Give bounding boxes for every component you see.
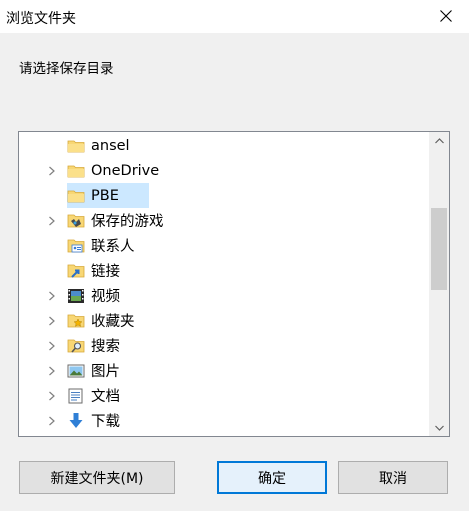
- ok-button[interactable]: 确定: [217, 461, 327, 494]
- close-icon: [440, 10, 452, 22]
- documents-icon: [67, 387, 85, 405]
- tree-item-pbe[interactable]: PBE: [19, 183, 429, 208]
- tree-item-saved-games[interactable]: 保存的游戏: [19, 208, 429, 233]
- tree-item-label: 链接: [91, 264, 120, 280]
- new-folder-button[interactable]: 新建文件夹(M): [19, 461, 175, 494]
- pictures-icon: [67, 362, 85, 380]
- chevron-right-icon[interactable]: [46, 340, 58, 352]
- tree-item-label: 搜索: [91, 339, 120, 355]
- favorites-icon: [67, 312, 85, 330]
- tree-item-label: ansel: [91, 137, 130, 154]
- contacts-icon: [67, 237, 85, 255]
- tree-item-searches[interactable]: 搜索: [19, 333, 429, 358]
- dialog-prompt: 请选择保存目录: [19, 61, 114, 77]
- links-icon: [67, 262, 85, 280]
- window-title: 浏览文件夹: [6, 11, 76, 27]
- chevron-right-icon[interactable]: [46, 315, 58, 327]
- tree-item-onedrive[interactable]: OneDrive: [19, 158, 429, 183]
- chevron-right-icon[interactable]: [46, 290, 58, 302]
- folder-tree-rows: ansel OneDrive PBE 保存的游戏 联系人 链接 视频 收藏夹 搜…: [19, 132, 429, 436]
- tree-item-label: 收藏夹: [91, 314, 135, 330]
- chevron-right-icon[interactable]: [46, 215, 58, 227]
- saved-games-icon: [67, 212, 85, 230]
- tree-item-videos[interactable]: 视频: [19, 283, 429, 308]
- tree-item-documents[interactable]: 文档: [19, 383, 429, 408]
- cancel-button[interactable]: 取消: [338, 461, 448, 494]
- folder-tree[interactable]: ansel OneDrive PBE 保存的游戏 联系人 链接 视频 收藏夹 搜…: [18, 131, 450, 437]
- folder-icon: [67, 162, 85, 180]
- vertical-scrollbar[interactable]: [429, 132, 449, 436]
- tree-item-downloads[interactable]: 下载: [19, 408, 429, 433]
- scroll-up-button[interactable]: [429, 132, 449, 149]
- tree-item-links[interactable]: 链接: [19, 258, 429, 283]
- searches-icon: [67, 337, 85, 355]
- tree-item-label: OneDrive: [91, 162, 160, 179]
- tree-item-label: 联系人: [91, 239, 135, 255]
- tree-item-label: 下载: [91, 414, 120, 430]
- title-bar: 浏览文件夹: [0, 0, 469, 33]
- tree-item-label: 视频: [91, 289, 120, 305]
- tree-item-ansel[interactable]: ansel: [19, 133, 429, 158]
- tree-item-label: 图片: [91, 364, 120, 380]
- tree-item-label: 保存的游戏: [91, 214, 164, 230]
- tree-item-label: 文档: [91, 389, 120, 405]
- chevron-right-icon[interactable]: [46, 365, 58, 377]
- chevron-right-icon[interactable]: [46, 415, 58, 427]
- tree-item-favorites[interactable]: 收藏夹: [19, 308, 429, 333]
- folder-icon: [67, 187, 85, 205]
- tree-item-pictures[interactable]: 图片: [19, 358, 429, 383]
- folder-icon: [67, 137, 85, 155]
- scrollbar-thumb[interactable]: [431, 208, 447, 290]
- tree-item-label: PBE: [91, 187, 119, 204]
- close-button[interactable]: [423, 0, 469, 32]
- chevron-down-icon: [434, 425, 444, 431]
- scroll-down-button[interactable]: [429, 419, 449, 436]
- chevron-right-icon[interactable]: [46, 390, 58, 402]
- videos-icon: [67, 287, 85, 305]
- downloads-icon: [67, 412, 85, 430]
- chevron-right-icon[interactable]: [46, 165, 58, 177]
- tree-item-contacts[interactable]: 联系人: [19, 233, 429, 258]
- chevron-up-icon: [434, 137, 444, 143]
